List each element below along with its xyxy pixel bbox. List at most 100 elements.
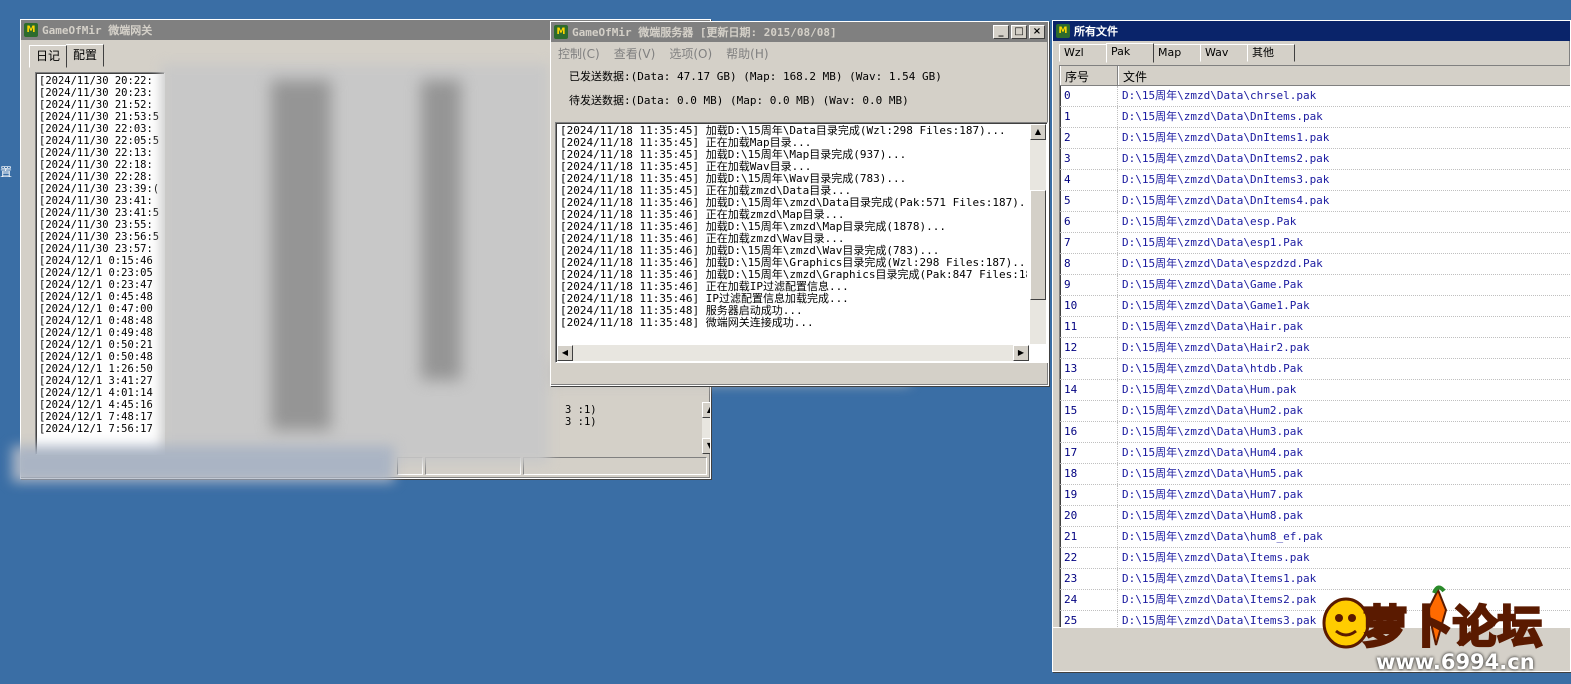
file-path: D:\15周年\zmzd\Data\Hum8.pak (1122, 509, 1303, 522)
file-path: D:\15周年\zmzd\Data\htdb.Pak (1122, 362, 1303, 375)
file-index: 22 (1060, 548, 1118, 568)
gateway-log-list[interactable]: [2024/11/30 20:22: [2024/11/30 20:23: [202… (35, 72, 165, 455)
file-row[interactable]: 7 D:\15周年\zmzd\Data\esp1.Pak (1060, 233, 1570, 254)
log-line: [2024/11/30 21:52: (39, 99, 153, 111)
redacted-area (12, 446, 394, 482)
log-line: [2024/12/1 0:50:48 (39, 351, 153, 363)
pending-data-stats: 待发送数据:(Data: 0.0 MB) (Map: 0.0 MB) (Wav:… (569, 94, 909, 107)
file-index: 3 (1060, 149, 1118, 169)
file-row[interactable]: 5 D:\15周年\zmzd\Data\DnItems4.pak (1060, 191, 1570, 212)
tab-map[interactable]: Map (1153, 44, 1201, 62)
scroll-down-icon[interactable]: ▼ (702, 438, 710, 454)
file-path: D:\15周年\zmzd\Data\Hum.pak (1122, 383, 1297, 396)
file-row[interactable]: 10 D:\15周年\zmzd\Data\Game1.Pak (1060, 296, 1570, 317)
log-line: [2024/12/1 0:23:05 (39, 267, 153, 279)
file-row[interactable]: 12 D:\15周年\zmzd\Data\Hair2.pak (1060, 338, 1570, 359)
file-row[interactable]: 13 D:\15周年\zmzd\Data\htdb.Pak (1060, 359, 1570, 380)
menu-control[interactable]: 控制(C) (558, 45, 600, 62)
file-index: 16 (1060, 422, 1118, 442)
file-rows: 0 D:\15周年\zmzd\Data\chrsel.pak 1 D:\15周年\zm… (1060, 86, 1570, 627)
file-row[interactable]: 1 D:\15周年\zmzd\Data\DnItems.pak (1060, 107, 1570, 128)
file-row[interactable]: 18 D:\15周年\zmzd\Data\Hum5.pak (1060, 464, 1570, 485)
scroll-left-icon[interactable]: ◀ (557, 345, 573, 361)
file-path: D:\15周年\zmzd\Data\esp1.Pak (1122, 236, 1303, 249)
log-line: [2024/11/30 22:05:5 (39, 135, 160, 147)
file-row[interactable]: 8 D:\15周年\zmzd\Data\espzdzd.Pak (1060, 254, 1570, 275)
file-row[interactable]: 14 D:\15周年\zmzd\Data\Hum.pak (1060, 380, 1570, 401)
file-list[interactable]: 序号 文件 0 D:\15周年\zmzd\Data\chrsel.pak 1 D:\1… (1059, 65, 1570, 628)
file-row[interactable]: 22 D:\15周年\zmzd\Data\Items.pak (1060, 548, 1570, 569)
scroll-up-icon[interactable]: ▲ (1030, 124, 1046, 140)
file-index: 2 (1060, 128, 1118, 148)
server-log-panel[interactable]: [2024/11/18 11:35:45] 加载D:\15周年\Data目录完成… (555, 122, 1048, 363)
file-path: D:\15周年\zmzd\Data\Hum5.pak (1122, 467, 1303, 480)
sent-data-stats: 已发送数据:(Data: 47.17 GB) (Map: 168.2 MB) (… (569, 70, 942, 83)
file-row[interactable]: 9 D:\15周年\zmzd\Data\Game.Pak (1060, 275, 1570, 296)
file-index: 0 (1060, 86, 1118, 106)
log-line: [2024/11/18 11:35:48] 微端网关连接成功... (560, 316, 814, 329)
log-line: [2024/12/1 3:41:27 (39, 375, 153, 387)
menu-view[interactable]: 查看(V) (614, 45, 656, 62)
file-row[interactable]: 11 D:\15周年\zmzd\Data\Hair.pak (1060, 317, 1570, 338)
file-row[interactable]: 21 D:\15周年\zmzd\Data\hum8_ef.pak (1060, 527, 1570, 548)
gateway-title: GameOfMir 微端网关 (42, 24, 153, 37)
scroll-thumb[interactable] (1030, 190, 1046, 300)
menu-options[interactable]: 选项(O) (669, 45, 712, 62)
file-row[interactable]: 4 D:\15周年\zmzd\Data\DnItems3.pak (1060, 170, 1570, 191)
file-row[interactable]: 3 D:\15周年\zmzd\Data\DnItems2.pak (1060, 149, 1570, 170)
server-log-text: [2024/11/18 11:35:45] 加载D:\15周年\Data目录完成… (558, 125, 1027, 344)
file-path: D:\15周年\zmzd\Data\Hair2.pak (1122, 341, 1310, 354)
file-index: 24 (1060, 590, 1118, 610)
tab-other[interactable]: 其他 (1247, 44, 1295, 62)
column-header-index[interactable]: 序号 (1060, 66, 1118, 85)
log-line: [2024/12/1 0:49:48 (39, 327, 153, 339)
gateway-session-list[interactable]: 3 :1) 3 :1) (561, 404, 710, 454)
tab-wzl[interactable]: Wzl (1059, 44, 1107, 62)
column-header-file[interactable]: 文件 (1118, 66, 1570, 85)
forum-logo: 萝卜论坛 www.6994.cn (1318, 585, 1558, 680)
file-row[interactable]: 16 D:\15周年\zmzd\Data\Hum3.pak (1060, 422, 1570, 443)
tab-wav[interactable]: Wav (1200, 44, 1248, 62)
menu-help[interactable]: 帮助(H) (726, 45, 768, 62)
logo-url: www.6994.cn (1376, 650, 1535, 674)
file-path: D:\15周年\zmzd\Data\Items.pak (1122, 551, 1310, 564)
redacted-area (271, 80, 331, 430)
file-index: 18 (1060, 464, 1118, 484)
file-row[interactable]: 17 D:\15周年\zmzd\Data\Hum4.pak (1060, 443, 1570, 464)
close-icon[interactable]: × (1029, 25, 1045, 39)
minimize-icon[interactable]: _ (993, 25, 1009, 39)
file-index: 5 (1060, 191, 1118, 211)
files-titlebar[interactable]: M 所有文件 (1053, 21, 1570, 41)
file-row[interactable]: 15 D:\15周年\zmzd\Data\Hum2.pak (1060, 401, 1570, 422)
server-vertical-scrollbar[interactable]: ▲ (1030, 124, 1046, 344)
server-titlebar[interactable]: M GameOfMir 微端服务器 [更新日期: 2015/08/08] _ □… (551, 22, 1048, 42)
file-index: 19 (1060, 485, 1118, 505)
file-index: 10 (1060, 296, 1118, 316)
file-index: 17 (1060, 443, 1118, 463)
tab-log[interactable]: 日记 (29, 45, 68, 68)
file-row[interactable]: 0 D:\15周年\zmzd\Data\chrsel.pak (1060, 86, 1570, 107)
file-path: D:\15周年\zmzd\Data\Game.Pak (1122, 278, 1303, 291)
file-path: D:\15周年\zmzd\Data\Items3.pak (1122, 614, 1317, 627)
file-row[interactable]: 20 D:\15周年\zmzd\Data\Hum8.pak (1060, 506, 1570, 527)
maximize-icon[interactable]: □ (1011, 25, 1027, 39)
file-row[interactable]: 19 D:\15周年\zmzd\Data\Hum7.pak (1060, 485, 1570, 506)
file-index: 8 (1060, 254, 1118, 274)
file-path: D:\15周年\zmzd\Data\Items2.pak (1122, 593, 1317, 606)
file-path: D:\15周年\zmzd\Data\Hum3.pak (1122, 425, 1303, 438)
file-row[interactable]: 2 D:\15周年\zmzd\Data\DnItems1.pak (1060, 128, 1570, 149)
scroll-right-icon[interactable]: ▶ (1013, 345, 1029, 361)
file-row[interactable]: 6 D:\15周年\zmzd\Data\esp.Pak (1060, 212, 1570, 233)
tab-pak[interactable]: Pak (1106, 43, 1154, 63)
scroll-up-icon[interactable]: ▲ (702, 402, 710, 418)
log-line: [2024/12/1 1:26:50 (39, 363, 153, 375)
file-path: D:\15周年\zmzd\Data\Hum4.pak (1122, 446, 1303, 459)
gateway-vertical-scrollbar[interactable]: ▲ ▼ (702, 402, 710, 454)
file-index: 13 (1060, 359, 1118, 379)
log-line: [2024/11/30 21:53:5 (39, 111, 160, 123)
log-line: [2024/12/1 0:47:00 (39, 303, 153, 315)
file-index: 4 (1060, 170, 1118, 190)
file-index: 9 (1060, 275, 1118, 295)
server-horizontal-scrollbar[interactable]: ◀ ▶ (557, 345, 1029, 361)
tab-config[interactable]: 配置 (66, 44, 105, 67)
